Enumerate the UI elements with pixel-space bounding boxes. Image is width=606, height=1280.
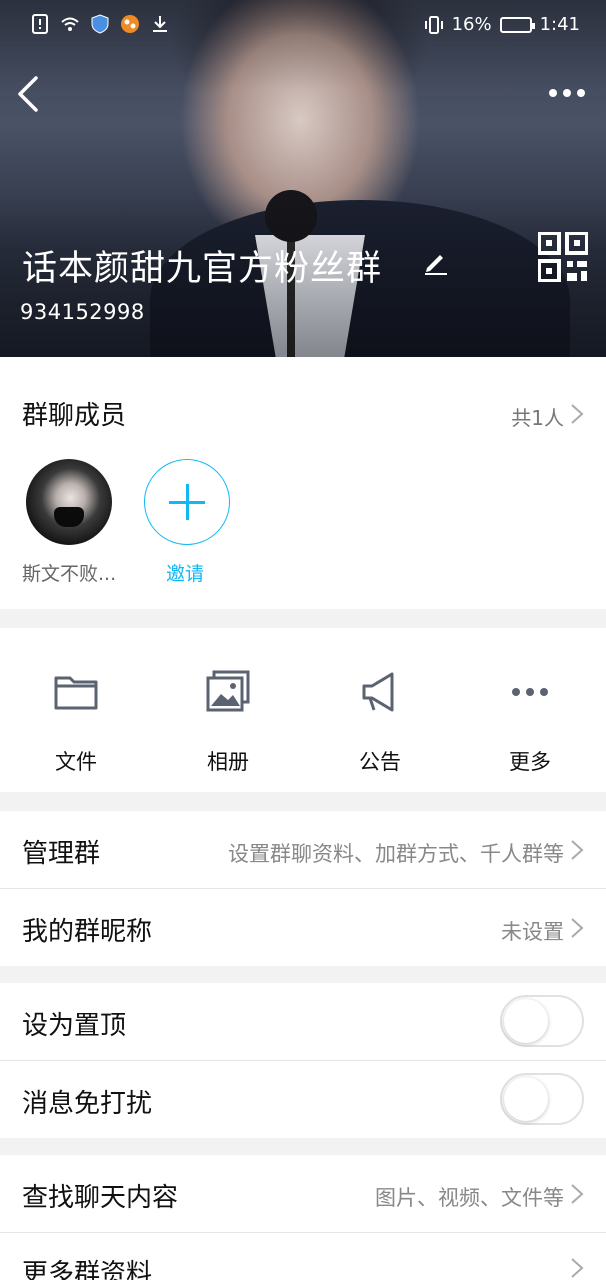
- invite-label[interactable]: 邀请: [166, 559, 204, 586]
- chevron-right-icon[interactable]: [570, 403, 584, 425]
- manage-group-value: 设置群聊资料、加群方式、千人群等: [228, 842, 564, 866]
- group-name: 话本颜甜九官方粉丝群: [22, 249, 383, 289]
- group-id: 934152998: [20, 300, 145, 324]
- battery-percent: 16%: [451, 14, 492, 35]
- shield-icon: [91, 14, 109, 34]
- megaphone-icon: [362, 672, 394, 712]
- more-options-button[interactable]: [542, 78, 592, 108]
- chevron-right-icon: [571, 918, 584, 938]
- member-name: 斯文不败...: [22, 563, 117, 585]
- action-album-label: 相册: [207, 750, 249, 774]
- manage-group-row[interactable]: 管理群 设置群聊资料、加群方式、千人群等: [0, 811, 606, 888]
- album-icon: [206, 670, 250, 712]
- more-dots-icon: [512, 688, 548, 696]
- edit-pencil-icon[interactable]: [422, 248, 450, 276]
- app-badge-icon: [121, 15, 139, 33]
- action-files-label: 文件: [55, 750, 97, 774]
- folder-icon: [54, 676, 98, 710]
- group-cover-header: 16% 1:41 话本颜甜九官方粉丝群 934152998: [0, 0, 606, 357]
- status-bar: 16% 1:41: [0, 0, 606, 52]
- manage-group-title: 管理群: [22, 839, 101, 869]
- do-not-disturb-toggle[interactable]: [500, 1073, 584, 1125]
- search-chat-row[interactable]: 查找聊天内容 图片、视频、文件等: [0, 1155, 606, 1232]
- chevron-right-icon: [571, 840, 584, 860]
- invite-button[interactable]: [144, 459, 230, 545]
- action-album[interactable]: 相册: [152, 628, 304, 792]
- do-not-disturb-title: 消息免打扰: [22, 1089, 153, 1119]
- chevron-right-icon: [571, 1258, 584, 1278]
- chevron-right-icon: [571, 1184, 584, 1204]
- group-nickname-row[interactable]: 我的群昵称 未设置: [0, 889, 606, 966]
- search-chat-value: 图片、视频、文件等: [375, 1186, 564, 1210]
- group-nickname-title: 我的群昵称: [22, 917, 153, 947]
- wifi-icon: [61, 17, 79, 31]
- download-icon: [153, 16, 167, 32]
- vibrate-icon: [424, 15, 443, 34]
- pin-to-top-row: 设为置顶: [0, 983, 606, 1060]
- members-title: 群聊成员: [22, 401, 127, 431]
- action-announcement-label: 公告: [359, 750, 401, 774]
- quick-actions: 文件 相册 公告 更多: [0, 628, 606, 792]
- pin-to-top-title: 设为置顶: [22, 1011, 127, 1041]
- action-more[interactable]: 更多: [454, 628, 606, 792]
- action-more-label: 更多: [509, 750, 551, 774]
- clock: 1:41: [539, 14, 580, 35]
- do-not-disturb-row: 消息免打扰: [0, 1061, 606, 1138]
- battery-icon: [499, 16, 535, 33]
- pin-to-top-toggle[interactable]: [500, 995, 584, 1047]
- action-announcement[interactable]: 公告: [304, 628, 456, 792]
- members-section: 群聊成员 共1人 斯文不败... 邀请: [0, 357, 606, 609]
- action-files[interactable]: 文件: [0, 628, 152, 792]
- more-group-info-row[interactable]: 更多群资料: [0, 1233, 606, 1280]
- search-chat-title: 查找聊天内容: [22, 1183, 179, 1213]
- qr-code-icon[interactable]: [538, 232, 588, 282]
- group-nickname-value: 未设置: [501, 920, 564, 944]
- members-count[interactable]: 共1人: [511, 402, 564, 431]
- back-arrow-icon[interactable]: [14, 74, 44, 114]
- sim-alert-icon: [32, 14, 48, 34]
- member-avatar[interactable]: [26, 459, 112, 545]
- more-group-info-title: 更多群资料: [22, 1259, 153, 1280]
